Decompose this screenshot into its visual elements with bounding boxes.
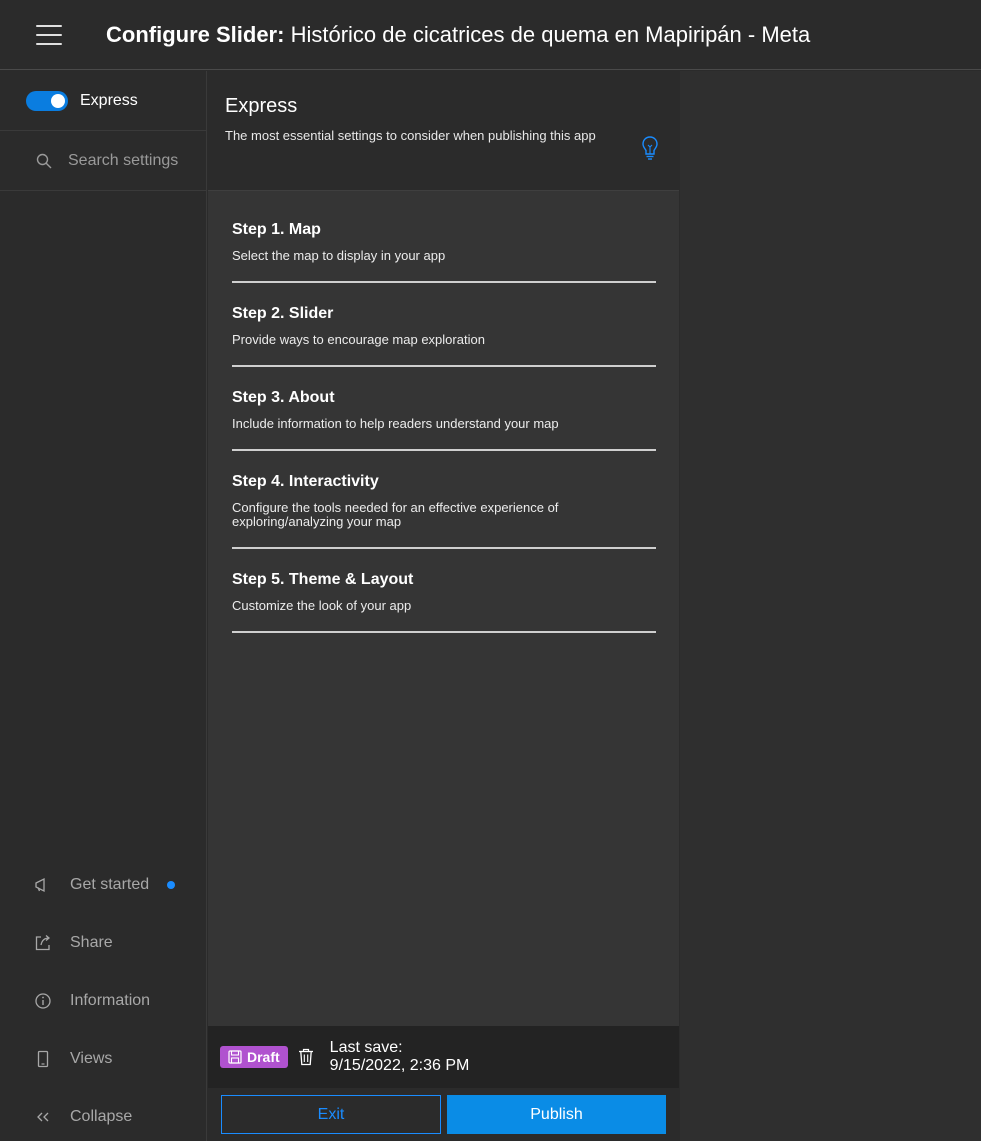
nav-bottom-list: Get started Share Information Views Coll… [0, 856, 207, 1141]
panel-header: Express The most essential settings to c… [208, 71, 679, 191]
express-toggle[interactable] [26, 90, 68, 111]
draft-badge: Draft [220, 1046, 288, 1068]
step-title: Step 2. Slider [232, 305, 334, 322]
publish-button[interactable]: Publish [447, 1095, 666, 1134]
step-description: Select the map to display in your app [232, 248, 446, 263]
nav-item-share[interactable]: Share [0, 914, 207, 972]
step-description: Provide ways to encourage map exploratio… [232, 332, 485, 347]
notification-dot [167, 881, 176, 889]
app-header: Configure Slider: Histórico de cicatrice… [0, 0, 981, 70]
nav-item-views[interactable]: Views [0, 1030, 207, 1088]
step-slider[interactable]: Step 2. Slider Provide ways to encourage… [232, 305, 656, 367]
share-icon [35, 935, 51, 951]
nav-item-label: Views [70, 1050, 113, 1067]
info-icon [35, 993, 51, 1009]
lightbulb-icon[interactable] [641, 135, 659, 161]
chevrons-left-icon [37, 1112, 49, 1122]
step-interactivity[interactable]: Step 4. Interactivity Configure the tool… [232, 473, 656, 549]
last-save-timestamp: 9/15/2022, 2:36 PM [329, 1057, 470, 1074]
search-row [0, 131, 206, 191]
page-title-app-name: Histórico de cicatrices de quema en Mapi… [284, 21, 811, 47]
nav-item-label: Information [70, 992, 151, 1009]
page-title-prefix: Configure Slider: [106, 21, 285, 47]
save-status-bar: Draft Last save: 9/15/2022, 2:36 PM [208, 1026, 679, 1088]
panel-description: The most essential settings to consider … [225, 128, 596, 143]
step-theme-layout[interactable]: Step 5. Theme & Layout Customize the loo… [232, 571, 656, 633]
nav-item-label: Share [70, 934, 113, 951]
step-title: Step 5. Theme & Layout [232, 571, 414, 588]
megaphone-icon [35, 877, 45, 893]
nav-item-collapse[interactable]: Collapse [0, 1088, 207, 1141]
app-window: Configure Slider: Histórico de cicatrice… [0, 0, 981, 1141]
step-description: Customize the look of your app [232, 598, 412, 613]
panel-title: Express [225, 95, 298, 117]
search-settings-input[interactable] [68, 151, 198, 170]
action-buttons: Exit Publish [208, 1088, 679, 1141]
last-save-label: Last save: [329, 1039, 403, 1056]
steps-list: Step 1. Map Select the map to display in… [208, 191, 679, 633]
exit-button[interactable]: Exit [221, 1095, 441, 1134]
step-description: Configure the tools needed for an effect… [232, 500, 559, 529]
save-icon [228, 1050, 242, 1064]
left-nav: Express Get started [0, 71, 207, 1141]
nav-item-label: Collapse [70, 1108, 133, 1125]
settings-panel: Express The most essential settings to c… [208, 71, 679, 1141]
hamburger-menu-icon[interactable] [36, 24, 62, 45]
trash-icon[interactable] [298, 1048, 314, 1066]
step-about[interactable]: Step 3. About Include information to hel… [232, 389, 656, 451]
page-title: Configure Slider: Histórico de cicatrice… [106, 22, 810, 48]
step-title: Step 1. Map [232, 221, 321, 238]
app-preview-area [680, 71, 981, 1141]
search-icon [36, 153, 52, 168]
draft-label: Draft [247, 1049, 280, 1065]
nav-item-label: Get started [70, 876, 150, 893]
step-description: Include information to help readers unde… [232, 416, 559, 431]
step-title: Step 4. Interactivity [232, 473, 379, 490]
step-title: Step 3. About [232, 389, 335, 406]
express-toggle-row: Express [0, 71, 206, 131]
last-save-info: Last save: 9/15/2022, 2:36 PM [330, 1039, 470, 1075]
nav-item-get-started[interactable]: Get started [0, 856, 207, 914]
mobile-icon [37, 1050, 49, 1068]
nav-item-information[interactable]: Information [0, 972, 207, 1030]
express-toggle-label: Express [80, 91, 138, 109]
step-map[interactable]: Step 1. Map Select the map to display in… [232, 221, 656, 283]
